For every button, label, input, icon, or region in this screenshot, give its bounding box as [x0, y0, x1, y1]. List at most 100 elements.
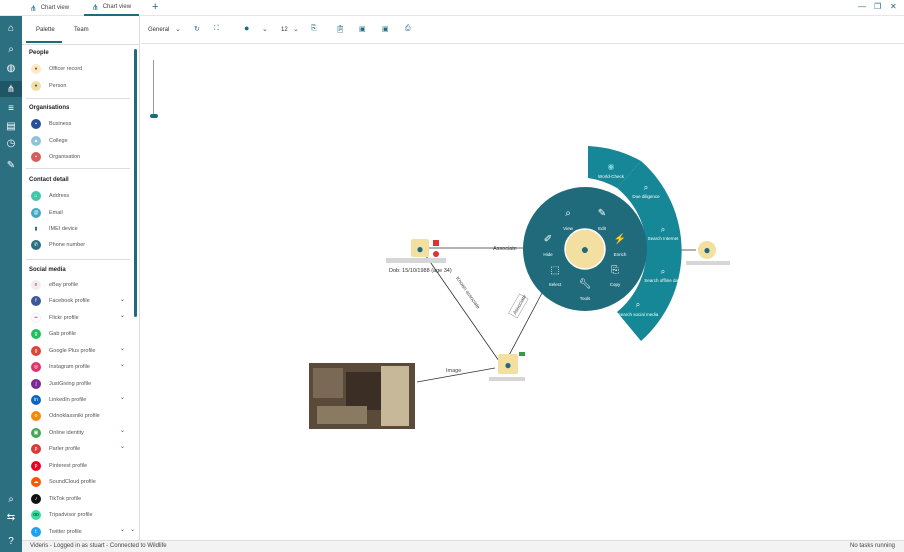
- palette-item-address[interactable]: ⌂ Address: [31, 190, 69, 202]
- palette-item-gab[interactable]: g Gab profile: [31, 328, 76, 340]
- section-social-media: Social media: [29, 267, 66, 273]
- search-social-icon: ⌕: [636, 300, 640, 309]
- person-icon: ●: [581, 241, 589, 257]
- palette-item-odnoklassniki[interactable]: o Odnoklassniki profile: [31, 410, 100, 422]
- palette-item-facebook[interactable]: f Facebook profile: [31, 295, 90, 307]
- palette-tabs: Palette Team: [22, 16, 140, 45]
- search-icon[interactable]: ⌕: [0, 41, 22, 57]
- left-nav-rail: ☰ ⌂ ⌕ ◍ ⋔ ≡ ▤ ◷ ✎ ⌕ ⇆ ?: [0, 0, 22, 552]
- clock-icon[interactable]: ◷: [0, 135, 22, 151]
- active-tab-indicator: [26, 41, 62, 43]
- section-organisations: Organisations: [29, 105, 70, 111]
- organisation-icon: ▪: [31, 152, 41, 162]
- palette-item-tripadvisor[interactable]: oo Tripadvisor profile: [31, 509, 93, 521]
- search-records-icon[interactable]: ⌕: [0, 491, 22, 507]
- palette-item-pinterest[interactable]: p Pinterest profile: [31, 460, 87, 472]
- restore-icon[interactable]: ❐: [874, 2, 881, 11]
- officer-icon: ●: [31, 64, 41, 74]
- google-plus-icon: g: [31, 346, 41, 356]
- palette-item-linkedin[interactable]: in LinkedIn profile: [31, 394, 86, 406]
- odnoklassniki-icon: o: [31, 411, 41, 421]
- person-icon: ●: [416, 242, 423, 256]
- chart-graph: Associate Known associate Associate Imag…: [309, 146, 730, 429]
- menu-view-label[interactable]: View: [563, 226, 573, 231]
- alert-badge-icon: [433, 251, 439, 257]
- palette-item-officer-record[interactable]: ● Officer record: [31, 63, 82, 75]
- edge-label-associate-1: Associate: [493, 246, 517, 252]
- gab-icon: g: [31, 329, 41, 339]
- palette-item-soundcloud[interactable]: ☁ SoundCloud profile: [31, 476, 96, 488]
- palette-item-imei-device[interactable]: ▮ IMEI device: [31, 223, 78, 235]
- list-icon[interactable]: ≡: [0, 100, 22, 116]
- tab-label: Chart view: [102, 4, 132, 10]
- chevron-down-icon[interactable]: ⌄: [120, 361, 125, 368]
- chart-tab-icon: ⋔: [92, 2, 99, 12]
- palette-item-online-identity[interactable]: ▣ Online identity: [31, 427, 84, 439]
- node-dob-label: Dob: 15/10/1988 (age 34): [389, 268, 452, 274]
- status-right: No tasks running: [850, 543, 896, 549]
- home-icon[interactable]: ⌂: [0, 20, 22, 36]
- online-identity-icon: ▣: [31, 428, 41, 438]
- menu-search-social-label: Search social media: [618, 312, 659, 317]
- analytics-icon[interactable]: ▤: [0, 118, 22, 134]
- view-icon: ⌕: [565, 208, 571, 219]
- phone-icon: ✆: [31, 240, 41, 250]
- copy-icon: ⎘: [611, 265, 619, 276]
- tab-chart-view-2[interactable]: ⋔ Chart view: [84, 0, 140, 16]
- palette-item-justgiving[interactable]: j JustGiving profile: [31, 378, 91, 390]
- minimize-icon[interactable]: —: [858, 2, 866, 11]
- menu-hide-label[interactable]: Hide: [543, 252, 553, 257]
- help-icon[interactable]: ?: [0, 533, 22, 549]
- palette-item-person[interactable]: ● Person: [31, 80, 66, 92]
- photo-region: [313, 368, 343, 398]
- chevron-down-icon[interactable]: ⌄: [120, 312, 125, 319]
- search-offline-icon: ⌕: [661, 267, 665, 276]
- notes-icon[interactable]: ✎: [0, 157, 22, 173]
- menu-select-label[interactable]: Select: [549, 282, 562, 287]
- menu-edit-label[interactable]: Edit: [598, 226, 607, 231]
- chevron-down-icon[interactable]: ⌄: [120, 526, 125, 533]
- palette-item-phone-number[interactable]: ✆ Phone number: [31, 239, 85, 251]
- palette-item-parler[interactable]: p Parler profile: [31, 443, 80, 455]
- globe-icon[interactable]: ◍: [0, 60, 22, 76]
- palette-item-ebay[interactable]: e eBay profile: [31, 279, 78, 291]
- palette-item-flickr[interactable]: •• Flickr profile: [31, 312, 79, 324]
- menu-tools-label[interactable]: Tools: [580, 296, 591, 301]
- add-tab-icon[interactable]: +: [152, 1, 158, 13]
- chevron-down-icon[interactable]: ⌄: [120, 296, 125, 303]
- select-icon: ⬚: [550, 265, 559, 276]
- tab-palette[interactable]: Palette: [36, 27, 55, 33]
- palette-item-instagram[interactable]: ◎ Instagram profile: [31, 361, 90, 373]
- chevron-down-icon[interactable]: ⌄: [120, 443, 125, 450]
- world-check-icon: ◉: [608, 162, 615, 171]
- palette-item-twitter[interactable]: t Twitter profile: [31, 526, 82, 538]
- palette-item-google-plus[interactable]: g Google Plus profile: [31, 345, 95, 357]
- chart-view-icon[interactable]: ⋔: [0, 81, 22, 97]
- chevron-down-icon[interactable]: ⌄: [120, 394, 125, 401]
- tab-team[interactable]: Team: [74, 27, 89, 33]
- chart-canvas[interactable]: General ⌄ ↻ ⛶ ● ⌄ 12 ⌄ ⎘ 📋︎ ▣ ▣ ⎙ Associ…: [141, 16, 904, 540]
- parler-icon: p: [31, 444, 41, 454]
- edge-label-known-associate: Known associate: [454, 276, 481, 311]
- palette-item-email[interactable]: @ Email: [31, 207, 63, 219]
- scroll-down-icon[interactable]: ⌄: [130, 526, 135, 533]
- menu-enrich-label[interactable]: Enrich: [614, 252, 627, 257]
- twitter-icon: t: [31, 527, 41, 537]
- palette-scrollbar[interactable]: [134, 49, 137, 317]
- palette-item-organisation[interactable]: ▪ Organisation: [31, 151, 80, 163]
- instagram-icon: ◎: [31, 362, 41, 372]
- due-diligence-icon: ⌕: [644, 183, 648, 192]
- menu-copy-label[interactable]: Copy: [610, 282, 621, 287]
- menu-search-internet-label: Search Internet: [648, 236, 680, 241]
- palette-item-tiktok[interactable]: ♪ TikTok profile: [31, 493, 81, 505]
- justgiving-icon: j: [31, 379, 41, 389]
- ebay-icon: e: [31, 280, 41, 290]
- close-icon[interactable]: ✕: [890, 2, 897, 11]
- tab-chart-view-1[interactable]: ⋔ Chart view: [22, 0, 77, 16]
- chevron-down-icon[interactable]: ⌄: [120, 345, 125, 352]
- switch-icon[interactable]: ⇆: [0, 509, 22, 525]
- palette-item-business[interactable]: ▪ Business: [31, 118, 71, 130]
- palette-item-college[interactable]: ▲ College: [31, 135, 68, 147]
- chevron-down-icon[interactable]: ⌄: [120, 427, 125, 434]
- edit-icon: ✎: [598, 208, 606, 219]
